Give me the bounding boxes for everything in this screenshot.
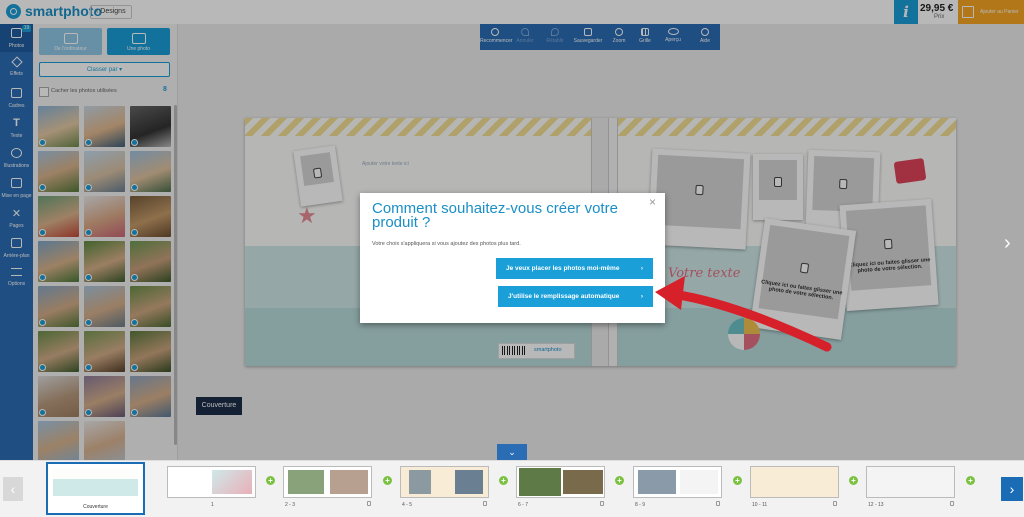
dialog-title: Comment souhaitez-vous créer votre produ… (372, 200, 618, 231)
page-thumb[interactable] (516, 466, 605, 498)
page-filmstrip: ‹ Couverture 1 + 2 - 3 + 4 - 5 + 6 - 7 +… (0, 460, 1024, 517)
chevron-right-icon: › (640, 265, 643, 272)
auto-fill-label: J'utilise le remplissage automatique (508, 293, 620, 300)
page-thumb[interactable] (283, 466, 372, 498)
lock-icon (483, 501, 487, 506)
lock-icon (367, 501, 371, 506)
manual-placement-label: Je veux placer les photos moi-même (506, 265, 620, 272)
add-page-icon[interactable]: + (383, 476, 392, 485)
dialog-subtitle: Votre choix s'appliquera si vous ajoutez… (372, 241, 521, 247)
red-arrow-annotation (655, 276, 832, 352)
cover-preview (53, 468, 138, 496)
page-label: 6 - 7 (518, 502, 529, 508)
page-label: 1 (211, 502, 214, 508)
page-thumb[interactable] (750, 466, 839, 498)
filmstrip-next-button[interactable]: › (1001, 477, 1023, 501)
close-icon[interactable]: × (649, 195, 656, 209)
lock-icon (716, 501, 720, 506)
page-thumb[interactable] (167, 466, 256, 498)
page-thumb[interactable] (866, 466, 955, 498)
page-label: Couverture (83, 504, 108, 510)
manual-placement-button[interactable]: Je veux placer les photos moi-même › (496, 258, 653, 279)
page-label: 12 - 13 (868, 502, 884, 508)
page-thumb[interactable] (400, 466, 489, 498)
add-page-icon[interactable]: + (966, 476, 975, 485)
expand-filmstrip-button[interactable]: ⌄ (497, 444, 527, 460)
lock-icon (833, 501, 837, 506)
add-page-icon[interactable]: + (499, 476, 508, 485)
creation-mode-dialog: Comment souhaitez-vous créer votre produ… (360, 193, 665, 323)
chevron-right-icon[interactable]: › (1004, 232, 1011, 255)
page-thumb[interactable] (633, 466, 722, 498)
filmstrip-prev-button[interactable]: ‹ (3, 477, 23, 501)
page-label: 4 - 5 (402, 502, 413, 508)
page-thumb-cover[interactable]: Couverture (46, 462, 145, 515)
lock-icon (600, 501, 604, 506)
add-page-icon[interactable]: + (266, 476, 275, 485)
auto-fill-button[interactable]: J'utilise le remplissage automatique › (498, 286, 653, 307)
lock-icon (950, 501, 954, 506)
add-page-icon[interactable]: + (849, 476, 858, 485)
page-label: 10 - 11 (752, 502, 768, 508)
add-page-icon[interactable]: + (615, 476, 624, 485)
chevron-right-icon: › (640, 293, 643, 300)
page-label: 2 - 3 (285, 502, 296, 508)
add-page-icon[interactable]: + (733, 476, 742, 485)
page-label: 8 - 9 (635, 502, 646, 508)
